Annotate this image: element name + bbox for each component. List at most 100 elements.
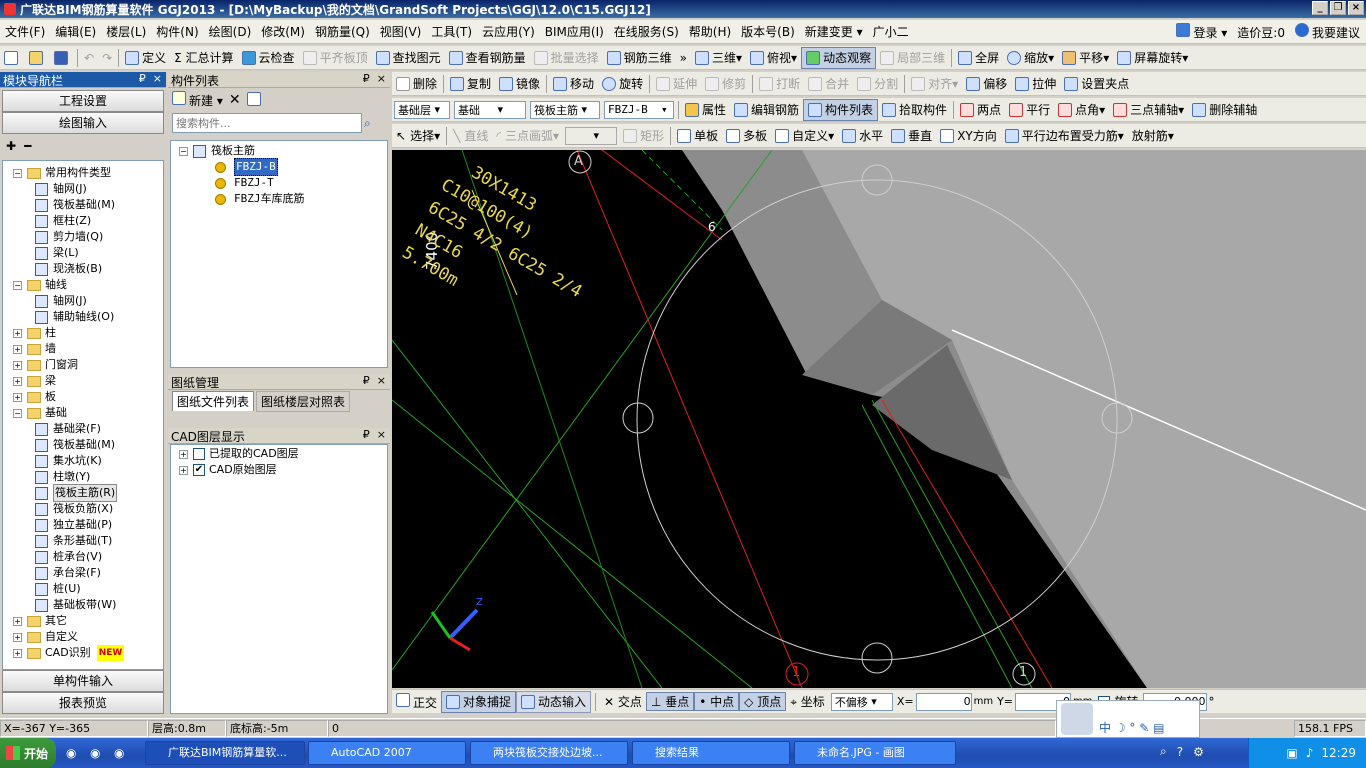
tree-item[interactable]: 框柱(Z) [3,213,163,229]
pan-button[interactable]: 平移 ▾ [1058,47,1113,69]
menu-item[interactable]: 工具(T) [426,23,477,40]
tree-item[interactable]: 桩(U) [3,581,163,597]
tree-folder[interactable]: + 其它 [3,613,163,629]
vertical-button[interactable]: 垂直 [887,125,936,147]
tree-item[interactable]: 筏板负筋(X) [3,501,163,517]
arc-mode-select[interactable]: ▾ [565,126,618,145]
dynamic-orbit-button[interactable]: 动态观察 [801,46,877,69]
screen-rotate-button[interactable]: 屏幕旋转 ▾ [1113,47,1192,69]
collapse-toggle[interactable]: − [13,280,22,290]
expand-toggle[interactable]: + [13,392,22,402]
menu-item[interactable]: 楼层(L) [101,23,151,40]
tree-item[interactable]: 轴网(J) [3,293,163,309]
dynamic-input-button[interactable]: 动态输入 [516,690,592,713]
parallel-button[interactable]: 平行 [1005,99,1054,121]
zoom-button[interactable]: 缩放 ▾ [1003,47,1058,69]
copy-component-icon[interactable] [246,91,264,109]
line-button[interactable]: ╲ 直线 [449,125,492,147]
tree-folder[interactable]: + 门窗洞 [3,357,163,373]
rect-button[interactable]: 矩形 [619,125,668,147]
task-browser[interactable]: 两块筏板交接处边坡... [470,741,628,765]
vertex-button[interactable]: ◇ 顶点 [739,692,787,711]
task-autocad[interactable]: AutoCAD 2007 [308,741,466,765]
split-button[interactable]: 分割 [853,73,902,95]
expand-all-icon[interactable]: ✚ [6,139,16,153]
single-slab-button[interactable]: 单板 [673,125,722,147]
component-root[interactable]: 筏板主筋 [211,143,255,159]
open-file-icon[interactable] [25,47,50,69]
tree-item[interactable]: 条形基础(T) [3,533,163,549]
menu-item[interactable]: 在线服务(S) [609,23,684,40]
two-point-button[interactable]: 两点 [956,99,1005,121]
tree-folder[interactable]: − 常用构件类型 [3,165,163,181]
menu-item[interactable]: 构件(N) [151,23,203,40]
tree-item[interactable]: 筏板基础(M) [3,197,163,213]
minimize-button[interactable]: _ [1312,1,1328,15]
top-view-button[interactable]: 俯视 ▾ [746,47,801,69]
tree-folder[interactable]: + 板 [3,389,163,405]
x-input[interactable] [915,692,972,711]
tab-drawing-files[interactable]: 图纸文件列表 [172,391,255,411]
expand-toggle[interactable]: + [13,376,22,386]
maximize-button[interactable]: ❐ [1330,1,1346,15]
set-grip-button[interactable]: 设置夹点 [1060,73,1133,95]
tree-item[interactable]: 集水坑(K) [3,453,163,469]
edit-rebar-button[interactable]: 编辑钢筋 [730,99,803,121]
tree-item[interactable]: 基础板带(W) [3,597,163,613]
tree-item[interactable]: 筏板基础(M) [3,437,163,453]
task-paint[interactable]: 未命名.JPG - 画图 [794,741,956,765]
menu-item[interactable]: 版本号(B) [736,23,800,40]
close-button[interactable]: × [1348,1,1364,15]
price-beans[interactable]: 造价豆:0 [1237,24,1285,41]
cloud-check-button[interactable]: 云检查 [238,47,299,69]
category-select[interactable]: 基础 ▾ [454,100,526,119]
xy-direction-button[interactable]: XY方向 [936,125,1001,147]
pin-icon[interactable]: ₽ [139,72,146,85]
midpoint-button[interactable]: • 中点 [694,692,740,711]
parallel-edge-button[interactable]: 平行边布置受力筋 ▾ [1001,125,1128,147]
intersection-button[interactable]: ✕ 交点 [600,693,646,710]
redo-icon[interactable]: ↷ [98,47,116,69]
expand-toggle[interactable]: + [13,344,22,354]
quicklaunch-player-icon[interactable]: ◉ [90,746,100,760]
component-item[interactable]: FBZJ-B [179,158,387,176]
undo-icon[interactable]: ↶ [80,47,98,69]
coordinate-button[interactable]: ⌖ 坐标 [786,693,829,710]
view-rebar-button[interactable]: 查看钢筋量 [445,47,530,69]
tree-item[interactable]: 现浇板(B) [3,261,163,277]
ortho-button[interactable]: 正交 [392,692,441,711]
expand-toggle[interactable]: + [13,648,22,658]
search-icon[interactable]: ⌕ [364,116,371,131]
tree-folder[interactable]: + 自定义 [3,629,163,645]
tree-item[interactable]: 梁(L) [3,245,163,261]
collapse-toggle[interactable]: − [13,168,22,178]
tree-item[interactable]: 剪力墙(Q) [3,229,163,245]
fullscreen-button[interactable]: 全屏 [954,47,1003,69]
delete-component-icon[interactable]: ✕ [229,92,241,108]
tree-item[interactable]: 轴网(J) [3,181,163,197]
layer-checkbox[interactable]: ✔ [193,464,205,476]
layer-checkbox[interactable] [193,448,205,460]
horizontal-button[interactable]: 水平 [838,125,887,147]
floor-select[interactable]: 基础层 ▾ [394,100,450,119]
quicklaunch-browser-icon[interactable]: ◉ [114,746,124,760]
settings-tray-icon[interactable]: ⚙ [1193,745,1204,759]
mirror-button[interactable]: 镜像 [495,73,544,95]
tree-item[interactable]: 桩承台(V) [3,549,163,565]
start-button[interactable]: 开始 [0,738,56,768]
expand-toggle[interactable]: + [13,616,22,626]
arc-button[interactable]: ◜ 三点画弧 ▾ [492,125,563,147]
quicklaunch-ie-icon[interactable]: ◉ [66,746,76,760]
component-item[interactable]: FBZJ车库底筋 [179,191,387,207]
type-select[interactable]: 筏板主筋 ▾ [530,100,600,119]
menu-item[interactable]: 文件(F) [0,23,50,40]
help-tray-icon[interactable]: ? [1177,745,1183,759]
cad-canvas[interactable]: 7400 A 1 1 6 30X1413 C10@100(4) 6C25 4/2… [392,150,1366,688]
tab-floor-mapping[interactable]: 图纸楼层对照表 [256,390,351,412]
multi-slab-button[interactable]: 多板 [722,125,771,147]
batch-select-button[interactable]: 批量选择 [530,47,603,69]
rebar-3d-button[interactable]: 钢筋三维 [603,47,676,69]
tree-folder[interactable]: − 轴线 [3,277,163,293]
stretch-button[interactable]: 拉伸 [1011,73,1060,95]
menu-item[interactable]: 钢筋量(Q) [310,23,375,40]
